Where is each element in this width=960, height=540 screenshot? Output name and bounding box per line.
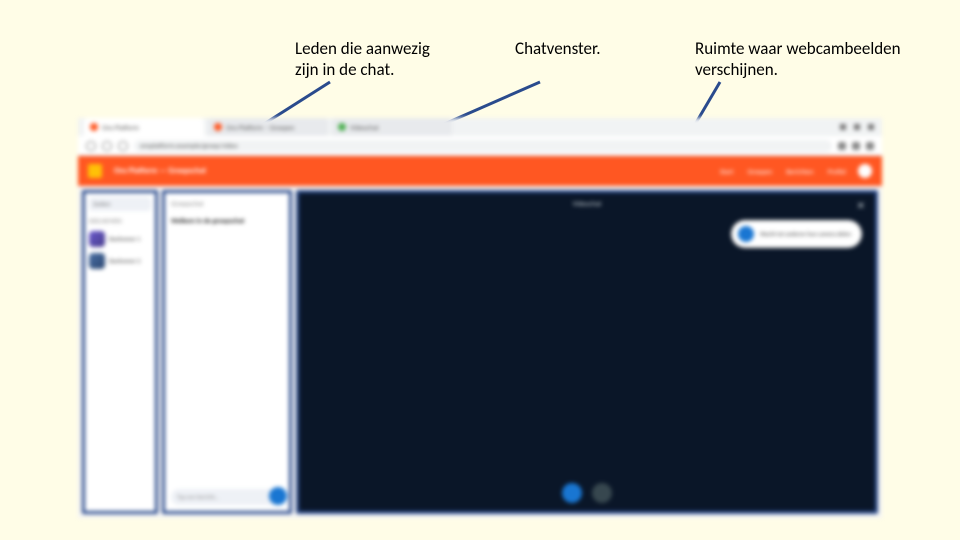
annotation-labels: Leden die aanwezig zijn in de chat. Chat… (0, 38, 960, 81)
chat-input[interactable]: Typ een bericht… (171, 489, 283, 505)
site-nav: Start Groepen Berichten Profiel (720, 167, 846, 176)
members-panel: Zoeken Deelnemers Deelnemer 1 Deelnemer … (82, 190, 158, 514)
label-chat: Chatvenster. (515, 38, 655, 81)
chat-title: Groepschat (171, 199, 283, 208)
member-avatar (89, 253, 105, 269)
browser-tab[interactable]: Ons Platform (84, 118, 204, 136)
site-title: Ons Platform — Groepschat (114, 166, 206, 176)
browser-window: Ons Platform Ons Platform – Groepen Vide… (78, 118, 882, 518)
browser-toolbar: onsplatform.example/groep/video (78, 136, 882, 156)
browser-tabs: Ons Platform Ons Platform – Groepen Vide… (78, 118, 882, 136)
toolbar-icons (838, 142, 874, 150)
search-input[interactable]: Zoeken (89, 197, 151, 211)
tab-label: Videochat (350, 123, 379, 132)
forward-button[interactable] (102, 141, 112, 151)
nav-link[interactable]: Profiel (828, 167, 846, 176)
video-title: Videochat (573, 199, 602, 208)
members-heading: Deelnemers (89, 217, 151, 225)
window-controls (832, 118, 882, 136)
url-text: onsplatform.example/groep/video (140, 141, 238, 150)
video-notice: Wacht tot anderen hun camera delen (732, 221, 861, 247)
notice-text: Wacht tot anderen hun camera delen (760, 230, 851, 238)
tab-favicon (338, 123, 346, 131)
tab-favicon (214, 123, 222, 131)
member-name: Deelnemer 2 (109, 257, 140, 265)
maximize-icon[interactable] (854, 124, 860, 130)
member-name: Deelnemer 1 (109, 235, 140, 243)
chat-panel: Groepschat Welkom in de groepschat Typ e… (162, 190, 292, 514)
chat-welcome: Welkom in de groepschat (171, 216, 283, 225)
member-item[interactable]: Deelnemer 2 (89, 253, 151, 269)
member-avatar (89, 231, 105, 247)
menu-icon[interactable] (866, 142, 874, 150)
minimize-icon[interactable] (840, 124, 846, 130)
member-item[interactable]: Deelnemer 1 (89, 231, 151, 247)
chat-placeholder: Typ een bericht… (177, 493, 219, 501)
browser-tab[interactable]: Videochat (332, 118, 452, 136)
send-button[interactable] (269, 487, 287, 505)
tab-favicon (90, 123, 98, 131)
nav-link[interactable]: Groepen (747, 167, 772, 176)
tab-label: Ons Platform – Groepen (226, 123, 294, 132)
label-video: Ruimte waar webcambeelden verschijnen. (695, 38, 955, 81)
video-panel: Videochat ✕ Wacht tot anderen hun camera… (296, 190, 878, 514)
app-content: Zoeken Deelnemers Deelnemer 1 Deelnemer … (78, 186, 882, 518)
info-icon (738, 226, 754, 242)
tab-label: Ons Platform (102, 123, 139, 132)
nav-link[interactable]: Start (720, 167, 734, 176)
close-icon[interactable]: ✕ (857, 199, 865, 212)
camera-button[interactable] (592, 483, 612, 503)
user-avatar[interactable] (858, 164, 872, 178)
address-bar[interactable]: onsplatform.example/groep/video (134, 140, 832, 152)
browser-tab[interactable]: Ons Platform – Groepen (208, 118, 328, 136)
mic-button[interactable] (562, 483, 582, 503)
reload-button[interactable] (118, 141, 128, 151)
back-button[interactable] (86, 141, 96, 151)
extension-icon[interactable] (852, 142, 860, 150)
close-icon[interactable] (868, 124, 874, 130)
label-members: Leden die aanwezig zijn in de chat. (295, 38, 475, 81)
nav-link[interactable]: Berichten (786, 167, 813, 176)
search-placeholder: Zoeken (93, 200, 111, 208)
extension-icon[interactable] (838, 142, 846, 150)
site-logo[interactable] (88, 164, 102, 178)
site-header: Ons Platform — Groepschat Start Groepen … (78, 156, 882, 186)
video-controls (562, 483, 612, 503)
